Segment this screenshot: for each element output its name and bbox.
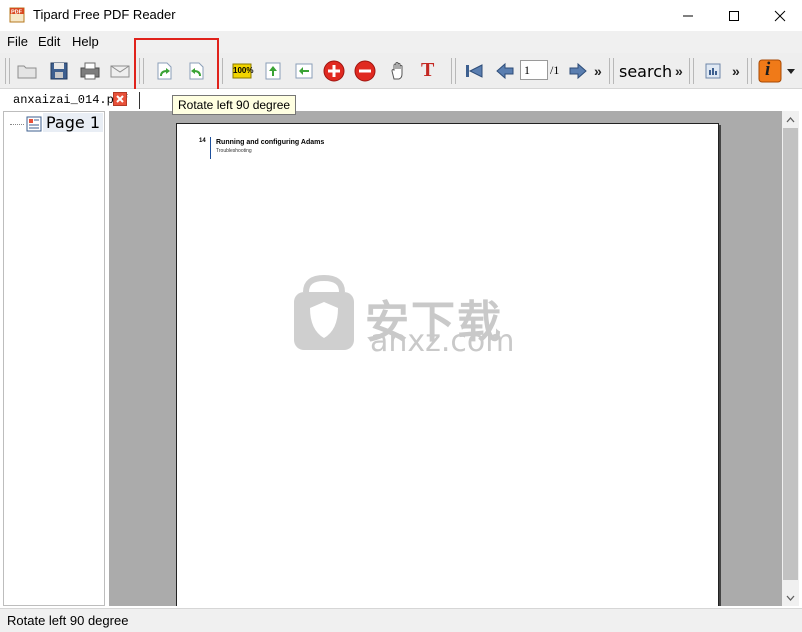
pdf-app-icon: PDF bbox=[9, 7, 25, 23]
scrollbar-thumb[interactable] bbox=[783, 128, 798, 580]
toolbar-separator bbox=[609, 58, 614, 84]
page-subheading: Troubleshooting bbox=[216, 148, 252, 154]
watermark-domain: anxz.com bbox=[370, 324, 515, 359]
toolbar: 100% T /1 » search » » i bbox=[0, 53, 802, 89]
toolbar-more-search[interactable]: » bbox=[675, 63, 683, 79]
pdf-page: 14 Running and configuring Adams Trouble… bbox=[176, 123, 719, 606]
search-label[interactable]: search bbox=[619, 62, 672, 81]
printer-icon[interactable] bbox=[78, 59, 102, 83]
first-page-icon[interactable] bbox=[462, 59, 486, 83]
zoom-100-icon[interactable]: 100% bbox=[230, 59, 254, 83]
toolbar-separator bbox=[689, 58, 694, 84]
toolbar-separator bbox=[451, 58, 456, 84]
chevron-down-icon[interactable] bbox=[784, 59, 798, 83]
plus-circle-icon[interactable] bbox=[322, 59, 346, 83]
arrow-right-icon[interactable] bbox=[566, 59, 590, 83]
outline-item-page-1[interactable]: Page 1 bbox=[43, 113, 103, 132]
outline-panel: Page 1 bbox=[3, 111, 105, 606]
header-rule bbox=[210, 137, 211, 159]
arrow-left-icon[interactable] bbox=[493, 59, 517, 83]
menu-edit[interactable]: Edit bbox=[38, 34, 60, 49]
fit-page-icon[interactable] bbox=[261, 59, 285, 83]
snapshot-icon[interactable] bbox=[701, 59, 725, 83]
document-tab-bar: anxaizai_014.pdf bbox=[0, 89, 802, 111]
toolbar-separator bbox=[747, 58, 752, 84]
close-icon[interactable] bbox=[757, 0, 802, 31]
page-icon bbox=[26, 116, 42, 132]
fit-width-icon[interactable] bbox=[292, 59, 316, 83]
folder-icon[interactable] bbox=[15, 59, 39, 83]
text-cursor bbox=[139, 92, 140, 109]
tooltip: Rotate left 90 degree bbox=[172, 95, 297, 115]
status-bar: Rotate left 90 degree bbox=[0, 608, 802, 632]
status-text: Rotate left 90 degree bbox=[7, 613, 129, 628]
svg-text:PDF: PDF bbox=[11, 10, 23, 16]
scroll-down-icon[interactable] bbox=[782, 589, 799, 606]
minimize-icon[interactable] bbox=[665, 0, 711, 31]
tree-connector bbox=[10, 124, 24, 125]
document-view[interactable]: 14 Running and configuring Adams Trouble… bbox=[109, 111, 782, 606]
menu-help[interactable]: Help bbox=[72, 34, 99, 49]
watermark-shield-icon bbox=[292, 274, 356, 352]
floppy-icon[interactable] bbox=[47, 59, 71, 83]
tab-close-icon[interactable] bbox=[113, 92, 127, 106]
menu-file[interactable]: File bbox=[7, 34, 28, 49]
page-number-input[interactable] bbox=[520, 60, 548, 80]
minus-circle-icon[interactable] bbox=[353, 59, 377, 83]
text-t-icon[interactable]: T bbox=[417, 59, 441, 83]
highlight-annotation bbox=[134, 38, 219, 96]
toolbar-grip bbox=[5, 58, 10, 84]
toolbar-more-nav[interactable]: » bbox=[594, 63, 602, 79]
title-bar: PDF Tipard Free PDF Reader bbox=[0, 0, 802, 31]
scroll-up-icon[interactable] bbox=[782, 111, 799, 128]
page-number-label: 14 bbox=[199, 138, 206, 144]
document-tab[interactable]: anxaizai_014.pdf bbox=[13, 93, 128, 107]
envelope-icon[interactable] bbox=[108, 59, 132, 83]
window-title: Tipard Free PDF Reader bbox=[33, 7, 176, 22]
zoom-100-text: 100% bbox=[233, 66, 254, 75]
info-icon[interactable]: i bbox=[758, 59, 782, 83]
vertical-scrollbar[interactable] bbox=[782, 111, 799, 606]
maximize-icon[interactable] bbox=[711, 0, 757, 31]
toolbar-more-tools[interactable]: » bbox=[732, 63, 740, 79]
page-heading: Running and configuring Adams bbox=[216, 139, 325, 146]
menu-bar: File Edit Help bbox=[0, 31, 802, 53]
page-total: /1 bbox=[550, 63, 560, 77]
text-tool-label: T bbox=[421, 59, 435, 81]
info-label: i bbox=[765, 59, 771, 80]
hand-icon[interactable] bbox=[386, 59, 410, 83]
